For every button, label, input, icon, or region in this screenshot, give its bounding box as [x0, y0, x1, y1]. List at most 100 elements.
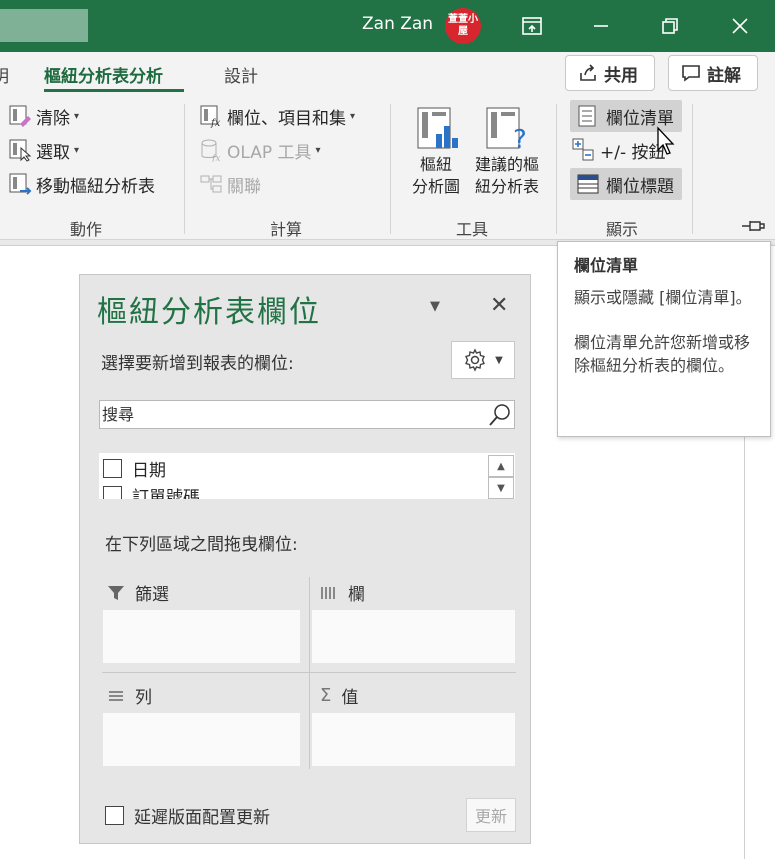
- filters-area-label: 篩選: [107, 580, 169, 605]
- tab-pivottable-analyze[interactable]: 樞紐分析表分析: [44, 62, 163, 87]
- share-icon: [580, 64, 596, 81]
- field-search-box[interactable]: [99, 400, 515, 429]
- scroll-up-icon[interactable]: ▲: [488, 455, 514, 477]
- recommended-pivottables-icon: ?: [483, 104, 531, 155]
- field-item[interactable]: 訂單號碼: [103, 483, 200, 499]
- close-window-button[interactable]: [720, 8, 760, 44]
- fields-items-sets-icon: fx: [199, 104, 223, 129]
- svg-text:?: ?: [513, 125, 527, 152]
- comments-label: 註解: [707, 65, 741, 86]
- pin-ribbon-icon[interactable]: [740, 218, 766, 234]
- recommended-label-line1: 建議的樞: [474, 155, 539, 174]
- group-separator: [556, 104, 557, 234]
- select-label: 選取: [36, 142, 70, 163]
- gear-icon: [465, 348, 486, 372]
- recommended-pivottables-button[interactable]: ? 建議的樞 紐分析表: [468, 104, 546, 198]
- tooltip-text: 顯示或隱藏 [欄位清單]。: [574, 288, 752, 307]
- ribbon-display-options-button[interactable]: [512, 8, 552, 44]
- user-name[interactable]: Zan Zan: [362, 14, 433, 34]
- columns-icon: [321, 586, 335, 599]
- field-headers-icon: [576, 172, 600, 196]
- clear-label: 清除: [36, 108, 70, 129]
- defer-layout-update-option[interactable]: 延遲版面配置更新: [105, 803, 270, 828]
- tab-design[interactable]: 設計: [224, 62, 258, 87]
- ribbon-display-icon: [522, 17, 542, 35]
- close-icon: [732, 18, 748, 34]
- move-pivottable-icon: [8, 172, 32, 196]
- ribbon-tab-row: 明 樞紐分析表分析 設計: [0, 52, 775, 98]
- field-headers-label: 欄位標題: [606, 176, 674, 197]
- olap-tools-icon: fx: [199, 138, 223, 164]
- restore-button[interactable]: [650, 8, 690, 44]
- columns-label-text: 欄: [348, 585, 365, 605]
- mouse-cursor-icon: [657, 126, 675, 155]
- field-list-icon: [576, 104, 600, 128]
- field-checkbox[interactable]: [103, 486, 122, 499]
- fields-items-sets-label: 欄位、項目和集: [227, 108, 346, 129]
- chevron-down-icon: ▾: [74, 144, 80, 156]
- pivotchart-button[interactable]: 樞紐 分析圖: [408, 104, 464, 198]
- drag-fields-prompt: 在下列區域之間拖曳欄位:: [105, 535, 298, 555]
- pane-options-chevron-icon[interactable]: ▼: [430, 299, 440, 314]
- sigma-icon: Σ: [320, 685, 332, 706]
- relationships-icon: [199, 172, 223, 196]
- calculations-group-label: 計算: [270, 220, 303, 239]
- values-area-label: Σ 值: [320, 683, 358, 708]
- field-headers-toggle-button[interactable]: 欄位標題: [570, 168, 682, 200]
- pane-title: 樞紐分析表欄位: [97, 295, 321, 330]
- comment-icon: [682, 65, 700, 82]
- svg-text:fx: fx: [211, 154, 220, 162]
- field-search-input[interactable]: [102, 403, 482, 426]
- chevron-down-icon: ▾: [315, 144, 321, 156]
- select-button[interactable]: 選取 ▾: [8, 136, 79, 164]
- avatar[interactable]: 萱萱小屋: [445, 8, 481, 44]
- defer-update-label: 延遲版面配置更新: [134, 808, 270, 828]
- title-bar: Zan Zan 萱萱小屋: [0, 0, 775, 52]
- plus-minus-buttons-toggle[interactable]: +/- 按鈕: [572, 136, 666, 164]
- move-pivottable-button[interactable]: 移動樞紐分析表: [8, 170, 155, 198]
- tab-partial[interactable]: 明: [0, 62, 9, 87]
- field-item[interactable]: 日期: [103, 456, 166, 481]
- plus-minus-icon: [572, 138, 596, 162]
- comments-button[interactable]: 註解: [668, 55, 758, 91]
- area-separator: [102, 672, 516, 673]
- filters-drop-area[interactable]: [103, 610, 300, 663]
- restore-icon: [662, 18, 678, 34]
- field-label: 訂單號碼: [132, 488, 200, 499]
- chevron-down-icon: ▾: [74, 110, 80, 122]
- scroll-down-icon[interactable]: ▼: [488, 477, 514, 499]
- chevron-down-icon: ▾: [350, 110, 356, 122]
- close-pane-icon[interactable]: ✕: [490, 293, 508, 318]
- area-separator: [309, 577, 310, 769]
- rows-drop-area[interactable]: [103, 713, 300, 766]
- chevron-down-icon: ▼: [495, 354, 503, 366]
- fields-items-sets-button[interactable]: fx 欄位、項目和集 ▾: [199, 102, 355, 130]
- title-search-box[interactable]: [0, 9, 88, 42]
- minimize-icon: [594, 25, 608, 27]
- group-separator: [692, 104, 693, 234]
- field-checkbox[interactable]: [103, 459, 122, 478]
- search-icon[interactable]: [488, 403, 512, 427]
- choose-fields-prompt: 選擇要新增到報表的欄位:: [101, 354, 294, 374]
- field-list-settings-button[interactable]: ▼: [451, 341, 515, 379]
- field-list-label: 欄位清單: [606, 108, 674, 129]
- values-drop-area[interactable]: [312, 713, 515, 766]
- share-button[interactable]: 共用: [565, 55, 655, 91]
- pivottable-fields-pane: 樞紐分析表欄位 ▼ ✕ 選擇要新增到報表的欄位: ▼ 日期 訂單號碼 ▲ ▼ 在…: [79, 274, 531, 844]
- pivotchart-icon: [412, 104, 460, 152]
- update-button[interactable]: 更新: [466, 798, 516, 832]
- olap-tools-button[interactable]: fx OLAP 工具 ▾: [199, 136, 321, 164]
- actions-group-label: 動作: [70, 220, 103, 239]
- defer-update-checkbox[interactable]: [105, 806, 124, 825]
- field-list-scrollbar[interactable]: ▲ ▼: [488, 455, 514, 499]
- columns-drop-area[interactable]: [312, 610, 515, 663]
- relationships-button[interactable]: 關聯: [199, 170, 261, 198]
- field-list-tooltip: 欄位清單 顯示或隱藏 [欄位清單]。 欄位清單允許您新增或移除樞紐分析表的欄位。: [557, 241, 771, 437]
- clear-button[interactable]: 清除 ▾: [8, 102, 79, 130]
- filters-label-text: 篩選: [135, 585, 169, 605]
- rows-area-label: 列: [107, 683, 152, 708]
- svg-text:fx: fx: [210, 118, 221, 128]
- active-tab-indicator: [44, 89, 184, 92]
- minimize-button[interactable]: [581, 8, 621, 44]
- filter-icon: [108, 585, 124, 600]
